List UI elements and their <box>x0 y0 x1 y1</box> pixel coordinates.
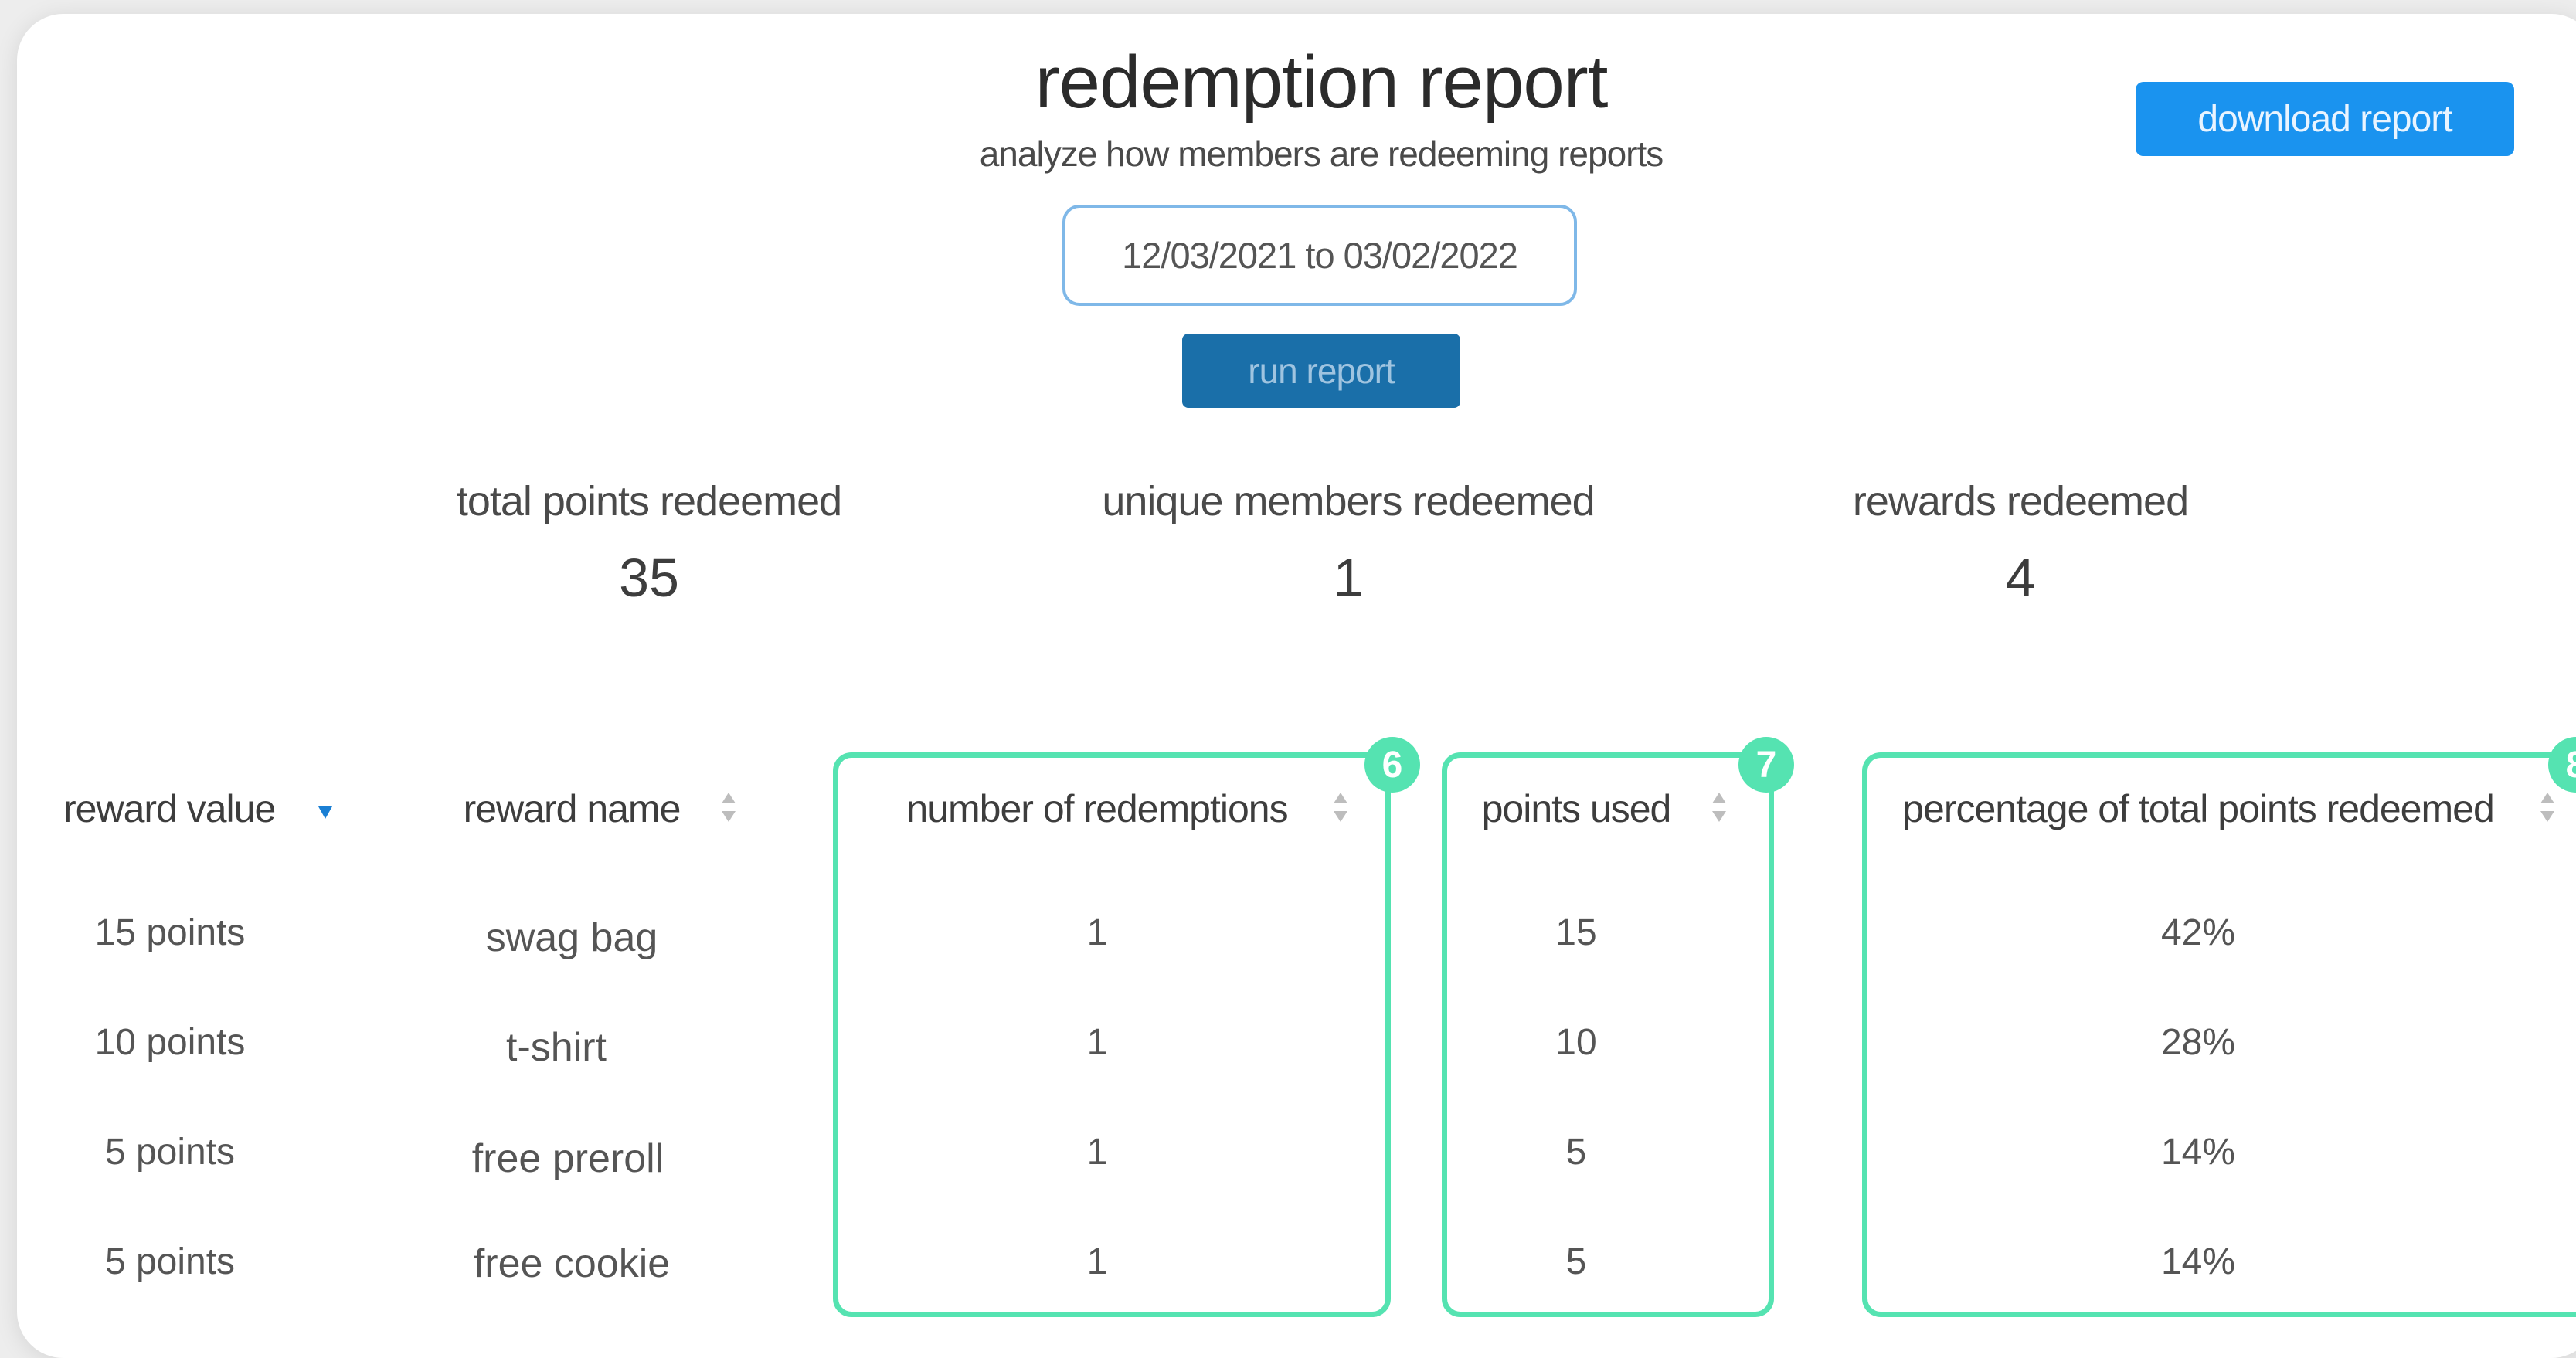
cell-reward-value: 5 points <box>104 1241 236 1282</box>
annotation-badge-7: 7 <box>1738 737 1794 793</box>
column-header-points-used[interactable]: points used <box>1453 786 1700 831</box>
cell-number-of-redemptions: 1 <box>1086 1022 1108 1063</box>
stat-value-total-points: 35 <box>619 548 679 608</box>
cell-points-used: 10 <box>1555 1022 1597 1063</box>
sort-icon[interactable] <box>1332 791 1349 825</box>
column-header-number-of-redemptions[interactable]: number of redemptions <box>865 786 1329 831</box>
cell-number-of-redemptions: 1 <box>1086 912 1108 953</box>
cell-points-used: 5 <box>1565 1132 1587 1173</box>
date-range-input[interactable]: 12/03/2021 to 03/02/2022 <box>1062 205 1577 306</box>
cell-percentage: 14% <box>2160 1132 2236 1173</box>
column-header-percentage-of-total[interactable]: percentage of total points redeemed <box>1878 786 2519 831</box>
cell-reward-name: free preroll <box>471 1136 664 1181</box>
cell-number-of-redemptions: 1 <box>1086 1241 1108 1282</box>
cell-reward-value: 15 points <box>94 912 246 953</box>
annotation-badge-6: 6 <box>1364 737 1420 793</box>
page-subtitle: analyze how members are redeeming report… <box>979 134 1664 174</box>
cell-points-used: 15 <box>1555 912 1597 953</box>
column-header-reward-name[interactable]: reward name <box>402 786 742 831</box>
download-report-button[interactable]: download report <box>2136 82 2514 156</box>
cell-points-used: 5 <box>1565 1241 1587 1282</box>
cell-reward-name: free cookie <box>473 1241 671 1286</box>
sort-descending-icon[interactable] <box>317 805 334 820</box>
cell-number-of-redemptions: 1 <box>1086 1132 1108 1173</box>
stat-label-rewards-redeemed: rewards redeemed <box>1852 478 2189 525</box>
sort-icon[interactable] <box>720 791 737 825</box>
cell-reward-value: 5 points <box>104 1132 236 1173</box>
stat-label-unique-members: unique members redeemed <box>1102 478 1595 525</box>
cell-reward-value: 10 points <box>94 1022 246 1063</box>
cell-reward-name: swag bag <box>485 915 658 960</box>
cell-percentage: 28% <box>2160 1022 2236 1063</box>
stat-value-rewards-redeemed: 4 <box>2005 548 2036 608</box>
run-report-button[interactable]: run report <box>1182 334 1460 408</box>
stat-label-total-points: total points redeemed <box>456 478 842 525</box>
cell-percentage: 42% <box>2160 912 2236 953</box>
column-header-reward-value[interactable]: reward value <box>63 786 276 831</box>
cell-percentage: 14% <box>2160 1241 2236 1282</box>
page-title: redemption report <box>1035 41 1609 124</box>
sort-icon[interactable] <box>1711 791 1728 825</box>
sort-icon[interactable] <box>2539 791 2556 825</box>
stat-value-unique-members: 1 <box>1333 548 1364 608</box>
cell-reward-name: t-shirt <box>506 1025 607 1070</box>
